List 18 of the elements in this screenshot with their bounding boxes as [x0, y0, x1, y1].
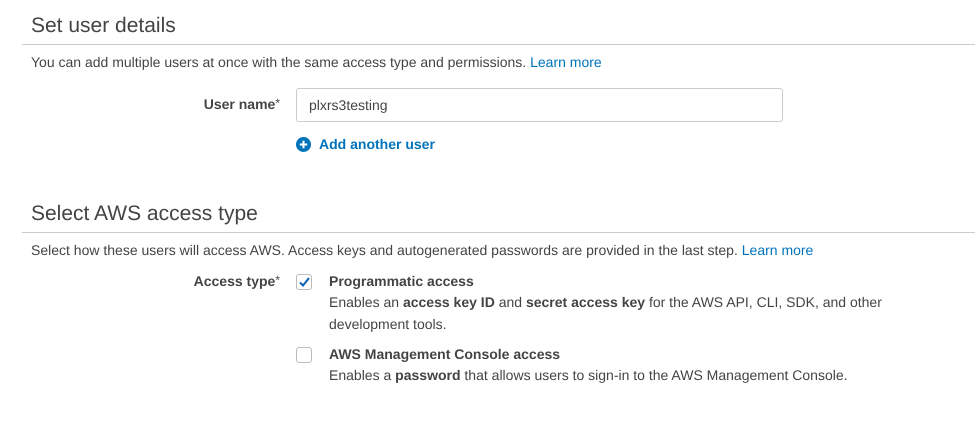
field-label: User name* — [204, 95, 280, 114]
section-title: Set user details — [22, 14, 975, 45]
checkbox[interactable] — [296, 274, 312, 290]
learn-more-link[interactable]: Learn more — [530, 54, 602, 70]
field-label: Access type* — [194, 273, 280, 291]
learn-more-link[interactable]: Learn more — [742, 242, 814, 258]
section-description: You can add multiple users at once with the same access type and permissions. Learn more — [31, 53, 603, 71]
add-user-link[interactable]: Add another user — [296, 136, 435, 152]
plus-circle-icon — [296, 136, 311, 152]
option-description: Enables an access key ID and secret access key for the AWS API, CLI, SDK, and other development tools. — [329, 293, 883, 334]
option-label: AWS Management Console access — [329, 346, 560, 362]
section-title: Select AWS access type — [22, 202, 975, 233]
section-description: Select how these users will access AWS. Access keys and autogenerated passwords are provided in the last step. Learn more — [31, 241, 814, 259]
option-label: Programmatic access — [329, 273, 474, 289]
check-icon — [298, 277, 310, 287]
checkbox[interactable] — [296, 347, 312, 363]
user-name-field[interactable]: plxrs3testing — [296, 88, 783, 122]
option-description: Enables a password that allows users to sign-in to the AWS Management Console. — [329, 366, 849, 385]
